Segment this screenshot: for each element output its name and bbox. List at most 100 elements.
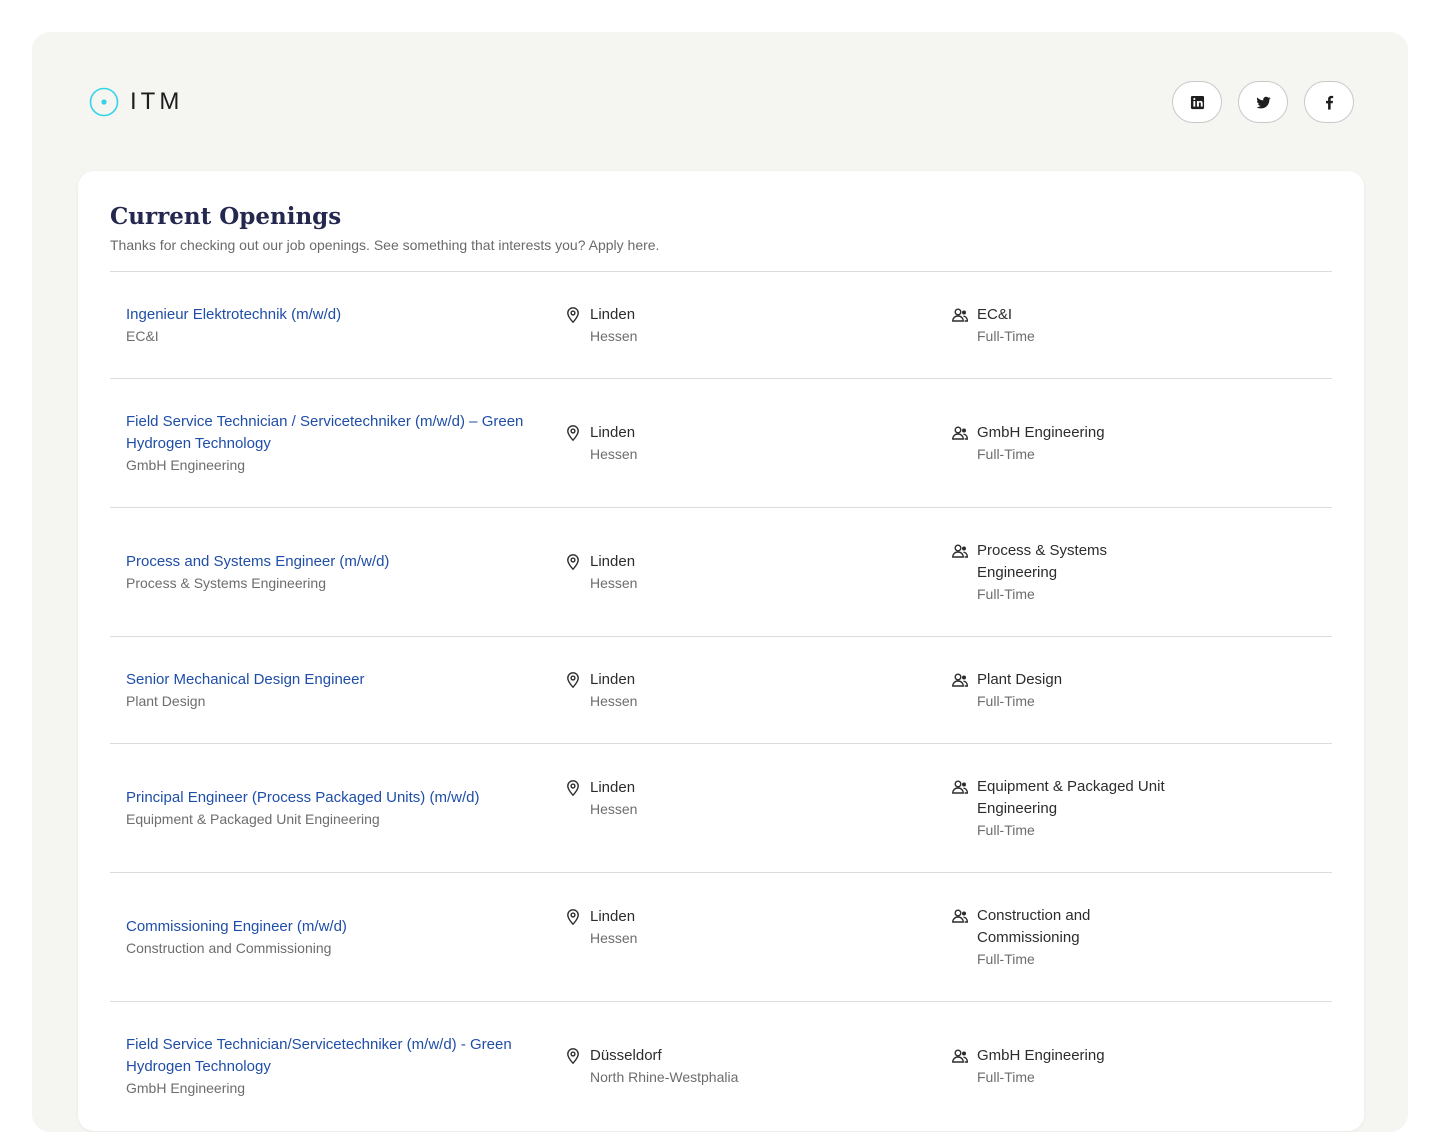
job-row[interactable]: Commissioning Engineer (m/w/d) Construct… [110,873,1332,1002]
job-department: EC&I [126,327,159,344]
job-location-cell: Düsseldorf North Rhine-Westphalia [564,1045,951,1088]
job-title-cell: Senior Mechanical Design Engineer Plant … [126,669,564,712]
job-title-link[interactable]: Field Service Technician / Servicetechni… [126,411,544,455]
job-team-cell: EC&I Full-Time [951,304,1316,347]
job-list: Ingenieur Elektrotechnik (m/w/d) EC&I Li… [110,271,1332,1131]
page-subtitle: Thanks for checking out our job openings… [110,237,660,253]
job-title-link[interactable]: Senior Mechanical Design Engineer [126,669,544,691]
location-pin-icon [564,306,582,324]
job-title-cell: Field Service Technician / Servicetechni… [126,411,564,476]
job-region: Hessen [590,930,638,946]
job-city: Linden [590,908,636,925]
job-team-cell: Equipment & Packaged Unit Engineering Fu… [951,776,1316,841]
job-title-cell: Principal Engineer (Process Packaged Uni… [126,787,564,830]
job-team: Equipment & Packaged Unit Engineering [977,777,1165,817]
job-region: North Rhine-Westphalia [590,1069,739,1085]
team-icon [951,671,969,689]
job-department: GmbH Engineering [126,1080,246,1096]
job-city: Linden [590,670,636,688]
job-team-cell: Plant Design Full-Time [951,669,1316,712]
job-location-cell: Linden Hessen [564,422,951,465]
job-location-cell: Linden Hessen [564,304,951,347]
company-logo[interactable]: ITM [88,86,183,118]
linkedin-icon [1190,95,1204,109]
job-department: Equipment & Packaged Unit Engineering [126,810,380,827]
job-city: Düsseldorf [590,1047,662,1064]
job-region: Hessen [590,327,638,344]
job-team-cell: Construction and Commissioning Full-Time [951,905,1316,970]
team-icon [951,424,969,442]
job-department: Plant Design [126,692,206,709]
team-icon [951,907,969,925]
job-city: Linden [590,305,636,323]
job-type: Full-Time [977,1069,1035,1085]
job-row[interactable]: Ingenieur Elektrotechnik (m/w/d) EC&I Li… [110,272,1332,379]
location-pin-icon [564,424,582,442]
job-row[interactable]: Field Service Technician/Servicetechnike… [110,1002,1332,1131]
job-location-cell: Linden Hessen [564,551,951,594]
location-pin-icon [564,779,582,797]
job-type: Full-Time [977,585,1035,602]
linkedin-button[interactable] [1172,81,1222,123]
job-row[interactable]: Principal Engineer (Process Packaged Uni… [110,744,1332,873]
team-icon [951,306,969,324]
job-title-link[interactable]: Principal Engineer (Process Packaged Uni… [126,787,544,809]
job-title-cell: Ingenieur Elektrotechnik (m/w/d) EC&I [126,304,564,347]
job-city: Linden [590,423,636,441]
job-team: GmbH Engineering [977,1047,1105,1064]
job-team: Construction and Commissioning [977,906,1091,946]
job-row[interactable]: Process and Systems Engineer (m/w/d) Pro… [110,508,1332,637]
facebook-icon [1325,95,1333,110]
job-title-link[interactable]: Process and Systems Engineer (m/w/d) [126,551,544,573]
job-title-cell: Field Service Technician/Servicetechnike… [126,1034,564,1099]
location-pin-icon [564,671,582,689]
job-team: EC&I [977,305,1013,323]
job-type: Full-Time [977,692,1035,709]
job-region: Hessen [590,574,638,591]
logo-mark-icon [89,87,119,117]
job-department: Construction and Commissioning [126,939,332,956]
social-links [1172,81,1354,123]
job-type: Full-Time [977,445,1035,462]
job-region: Hessen [590,445,638,462]
logo-text: ITM [130,88,184,115]
job-type: Full-Time [977,821,1035,838]
job-row[interactable]: Field Service Technician / Servicetechni… [110,379,1332,508]
job-region: Hessen [590,692,638,709]
job-department: Process & Systems Engineering [126,574,326,591]
job-team-cell: GmbH Engineering Full-Time [951,422,1316,465]
job-title-link[interactable]: Commissioning Engineer (m/w/d) [126,916,544,938]
location-pin-icon [564,908,582,926]
location-pin-icon [564,553,582,571]
job-team: GmbH Engineering [977,423,1105,441]
openings-card: Current Openings Thanks for checking out… [78,171,1364,1131]
job-city: Linden [590,552,636,570]
job-type: Full-Time [977,327,1035,344]
team-icon [951,778,969,796]
team-icon [951,542,969,560]
job-title-cell: Process and Systems Engineer (m/w/d) Pro… [126,551,564,594]
job-title-link[interactable]: Field Service Technician/Servicetechnike… [126,1034,544,1078]
top-bar: ITM [88,80,1354,124]
job-team-cell: Process & Systems Engineering Full-Time [951,540,1316,605]
job-location-cell: Linden Hessen [564,906,951,949]
page-shell: ITM Current Openings Thanks for checking… [32,32,1408,1132]
job-team: Plant Design [977,670,1063,688]
location-pin-icon [564,1047,582,1065]
facebook-button[interactable] [1304,81,1354,123]
job-team: Process & Systems Engineering [977,541,1108,581]
team-icon [951,1047,969,1065]
twitter-icon [1255,96,1271,108]
job-type: Full-Time [977,950,1035,967]
job-team-cell: GmbH Engineering Full-Time [951,1045,1316,1088]
job-location-cell: Linden Hessen [564,777,951,820]
twitter-button[interactable] [1238,81,1288,123]
job-location-cell: Linden Hessen [564,669,951,712]
job-department: GmbH Engineering [126,456,246,473]
page-title: Current Openings [110,203,342,230]
job-title-link[interactable]: Ingenieur Elektrotechnik (m/w/d) [126,304,544,326]
job-row[interactable]: Senior Mechanical Design Engineer Plant … [110,637,1332,744]
job-region: Hessen [590,801,638,817]
job-title-cell: Commissioning Engineer (m/w/d) Construct… [126,916,564,959]
job-city: Linden [590,779,636,796]
